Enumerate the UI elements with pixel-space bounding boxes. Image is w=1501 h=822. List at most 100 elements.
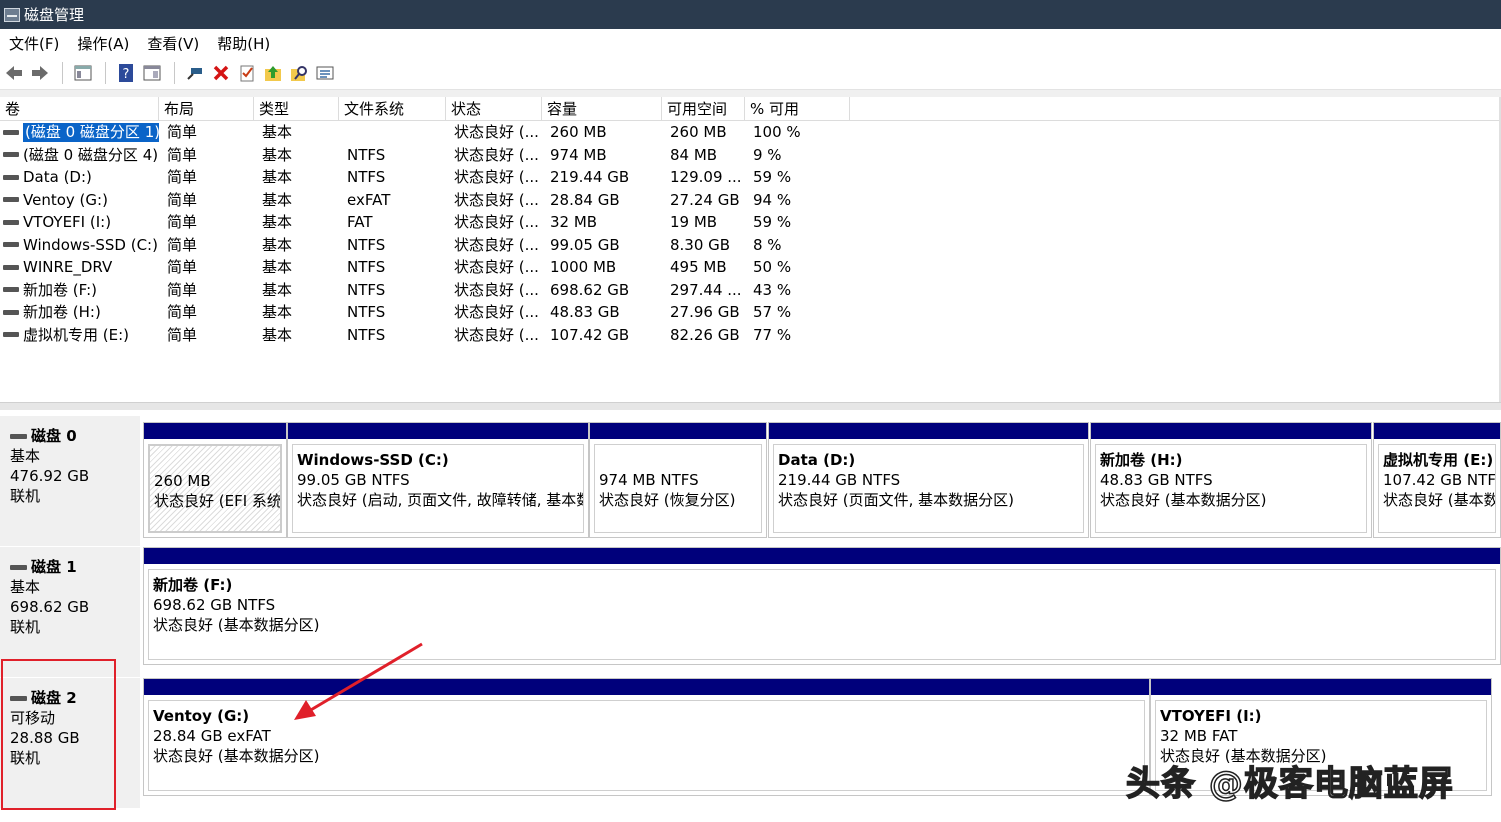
volume-icon	[3, 129, 19, 135]
annotation-arrow	[294, 642, 423, 720]
help-icon[interactable]: ?	[114, 61, 138, 85]
table-row[interactable]: (磁盘 0 磁盘分区 4) 简单 基本 NTFS 状态良好 (... 974 MB 84 M…	[0, 144, 1501, 167]
disk-info[interactable]: 磁盘 0 基本 476.92 GB 联机	[0, 416, 140, 546]
toolbar: ?	[0, 57, 1501, 90]
cell-filesystem	[339, 121, 446, 144]
volume-icon	[3, 242, 19, 248]
disk-size: 698.62 GB	[10, 598, 90, 616]
column-type[interactable]: 类型	[254, 97, 339, 120]
table-row[interactable]: (磁盘 0 磁盘分区 1) 简单 基本 状态良好 (... 260 MB 260 MB 10…	[0, 121, 1501, 144]
volume-icon	[3, 264, 19, 270]
partition-info: 260 MB	[154, 472, 211, 490]
cell-volume: (磁盘 0 磁盘分区 1)	[0, 121, 159, 144]
partition-block[interactable]: Data (D:) 219.44 GB NTFS 状态良好 (页面文件, 基本数据分…	[768, 422, 1089, 538]
partition-block[interactable]: Windows-SSD (C:) 99.05 GB NTFS 状态良好 (启动, 页…	[287, 422, 589, 538]
cell-status: 状态良好 (...	[454, 235, 539, 254]
cell-type: 基本	[262, 213, 293, 231]
partition-body: Windows-SSD (C:) 99.05 GB NTFS 状态良好 (启动, 页…	[292, 444, 584, 533]
column-percent-free[interactable]: % 可用	[745, 97, 850, 120]
partition-body: Data (D:) 219.44 GB NTFS 状态良好 (页面文件, 基本数据分…	[773, 444, 1084, 533]
watermark: 头条 @极客电脑蓝屏	[1125, 763, 1454, 805]
partition-block[interactable]: 974 MB NTFS 状态良好 (恢复分区)	[589, 422, 767, 538]
check-icon[interactable]	[235, 61, 259, 85]
partition-status: 状态良好 (基本数据分区)	[153, 616, 320, 634]
partition-block[interactable]: 新加卷 (H:) 48.83 GB NTFS 状态良好 (基本数据分区)	[1090, 422, 1372, 538]
disk-row: 磁盘 0 基本 476.92 GB 联机 260 MB 状态良好 (EFI 系统分区) Wi…	[0, 416, 1501, 546]
disk-status: 联机	[10, 618, 41, 636]
volume-name: 新加卷 (F:)	[23, 280, 97, 299]
cell-free-space: 84 MB	[670, 145, 718, 164]
partition-block[interactable]: 虚拟机专用 (E:) 107.42 GB NTFS 状态良好 (基本数据分区)	[1373, 422, 1501, 538]
delete-icon[interactable]	[209, 61, 233, 85]
toolbar-separator	[62, 62, 63, 84]
partition-name: 虚拟机专用 (E:)	[1383, 451, 1494, 469]
cell-percent-free: 57 %	[753, 303, 792, 321]
partition-header-bar	[769, 423, 1088, 439]
menu-file[interactable]: 文件(F)	[0, 33, 68, 54]
partition-header-bar	[1091, 423, 1371, 439]
table-row[interactable]: 新加卷 (F:) 简单 基本 NTFS 状态良好 (... 698.62 GB 297.44…	[0, 279, 1501, 302]
up-icon[interactable]	[261, 61, 285, 85]
table-row[interactable]: 新加卷 (H:) 简单 基本 NTFS 状态良好 (... 48.83 GB 27.96 G…	[0, 301, 1501, 324]
cell-layout: 简单	[167, 190, 198, 209]
menu-action[interactable]: 操作(A)	[68, 33, 138, 54]
list-icon[interactable]	[313, 61, 337, 85]
volume-name: Data (D:)	[23, 168, 92, 186]
cell-filesystem: NTFS	[347, 145, 386, 164]
column-capacity[interactable]: 容量	[542, 97, 662, 120]
partition-header-bar	[288, 423, 588, 439]
partition-body: 974 MB NTFS 状态良好 (恢复分区)	[594, 444, 762, 533]
table-row[interactable]: Windows-SSD (C:) 简单 基本 NTFS 状态良好 (... 99.05 G…	[0, 234, 1501, 257]
table-row[interactable]: Data (D:) 简单 基本 NTFS 状态良好 (... 219.44 GB 129.0…	[0, 166, 1501, 189]
cell-type: 基本	[262, 168, 293, 186]
cell-status: 状态良好 (...	[454, 280, 539, 299]
properties-icon[interactable]	[71, 61, 95, 85]
table-row[interactable]: WINRE_DRV 简单 基本 NTFS 状态良好 (... 1000 MB 495 MB 5…	[0, 256, 1501, 279]
title-bar: 磁盘管理	[0, 0, 1501, 29]
pane-splitter[interactable]	[0, 402, 1501, 410]
cell-status: 状态良好 (...	[454, 168, 539, 186]
disk-size: 476.92 GB	[10, 467, 90, 485]
cell-filesystem: NTFS	[347, 258, 386, 276]
cell-filesystem: NTFS	[347, 280, 386, 299]
cell-status: 状态良好 (...	[454, 145, 539, 164]
back-icon[interactable]	[2, 61, 26, 85]
search-icon[interactable]	[287, 61, 311, 85]
svg-text:?: ?	[123, 67, 130, 82]
cell-type: 基本	[262, 235, 293, 254]
cell-type: 基本	[262, 145, 293, 164]
forward-icon[interactable]	[28, 61, 52, 85]
cell-free-space: 82.26 GB	[670, 325, 740, 344]
console-icon[interactable]	[140, 61, 164, 85]
column-filesystem[interactable]: 文件系统	[339, 97, 446, 120]
disk-management-icon	[4, 7, 20, 22]
table-row[interactable]: 虚拟机专用 (E:) 简单 基本 NTFS 状态良好 (... 107.42 GB 82.2…	[0, 324, 1501, 347]
cell-capacity: 32 MB	[550, 213, 598, 231]
cell-percent-free: 100 %	[753, 123, 801, 141]
partition-info: 107.42 GB NTFS	[1383, 471, 1496, 489]
cell-layout: 简单	[167, 280, 198, 299]
menu-view[interactable]: 查看(V)	[138, 33, 208, 54]
disk-status: 联机	[10, 749, 41, 767]
cell-type: 基本	[262, 258, 293, 276]
partition-status: 状态良好 (恢复分区)	[599, 491, 736, 509]
column-layout[interactable]: 布局	[159, 97, 254, 120]
table-row[interactable]: VTOYEFI (I:) 简单 基本 FAT 状态良好 (... 32 MB 19 MB 59…	[0, 211, 1501, 234]
cell-type: 基本	[262, 325, 293, 344]
disk-row: 磁盘 1 基本 698.62 GB 联机 新加卷 (F:) 698.62 GB NTFS 状…	[0, 547, 1501, 677]
menu-help[interactable]: 帮助(H)	[208, 33, 279, 54]
disk-info[interactable]: 磁盘 2 可移动 28.88 GB 联机	[0, 678, 140, 808]
cell-free-space: 495 MB	[670, 258, 727, 276]
partition-body: 虚拟机专用 (E:) 107.42 GB NTFS 状态良好 (基本数据分区)	[1378, 444, 1496, 533]
volume-icon	[3, 287, 19, 293]
column-volume[interactable]: 卷	[0, 97, 159, 120]
volume-icon	[3, 152, 19, 158]
table-row[interactable]: Ventoy (G:) 简单 基本 exFAT 状态良好 (... 28.84 GB 27.…	[0, 189, 1501, 212]
connect-icon[interactable]	[183, 61, 207, 85]
partition-block[interactable]: 260 MB 状态良好 (EFI 系统分区)	[143, 422, 287, 538]
volume-icon	[3, 309, 19, 315]
volume-name: 新加卷 (H:)	[23, 303, 101, 321]
column-free-space[interactable]: 可用空间	[662, 97, 745, 120]
disk-info[interactable]: 磁盘 1 基本 698.62 GB 联机	[0, 547, 140, 677]
column-status[interactable]: 状态	[446, 97, 542, 120]
